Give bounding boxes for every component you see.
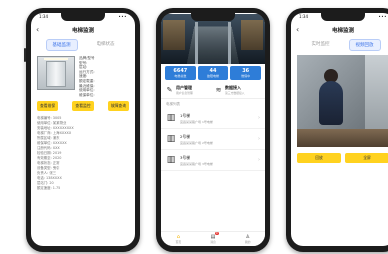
quick-actions: ✎ 用户管理 用户信息管理 ≋ 数据接入 第三方数据接入 bbox=[161, 82, 265, 99]
phone-side-button bbox=[24, 48, 26, 62]
phone-middle: 6647 电梯总数 44 故障电梯 36 维保中 ✎ 用户管理 用户信息管理 ≋ bbox=[156, 8, 270, 252]
elevator-icon: ▥ bbox=[166, 113, 176, 123]
stat-card-fault[interactable]: 44 故障电梯 bbox=[197, 66, 229, 80]
elevator-address: 宜昌某某路广场 1号电梯 bbox=[180, 119, 213, 124]
stat-label: 故障电梯 bbox=[207, 74, 220, 78]
action-subtitle: 用户信息管理 bbox=[176, 91, 193, 95]
action-subtitle: 第三方数据接入 bbox=[225, 91, 245, 95]
status-time: 1:34 bbox=[299, 14, 308, 19]
phone-screen: 6647 电梯总数 44 故障电梯 36 维保中 ✎ 用户管理 用户信息管理 ≋ bbox=[161, 13, 265, 246]
stat-label: 电梯总数 bbox=[174, 74, 187, 78]
tab-playback[interactable]: 视频回放 bbox=[348, 39, 381, 51]
tab-basic-monitor[interactable]: 基础监测 bbox=[45, 39, 78, 51]
user-management-action[interactable]: ✎ 用户管理 用户信息管理 bbox=[165, 85, 212, 95]
elevator-cabin-image bbox=[37, 56, 75, 90]
nav-bar: ‹ 电梯监测 bbox=[31, 23, 135, 37]
action-buttons: 查看维保 查看监控 故障查询 bbox=[31, 97, 135, 113]
tab-bar: 实时监控 视频回放 bbox=[291, 37, 388, 53]
elevator-address: 宜昌某某路广场 3号电梯 bbox=[180, 161, 213, 166]
data-access-action[interactable]: ≋ 数据接入 第三方数据接入 bbox=[214, 85, 261, 95]
chevron-right-icon: › bbox=[258, 136, 260, 142]
tab-elevator-status[interactable]: 电梯状态 bbox=[91, 39, 121, 51]
tab-label: 我的 bbox=[244, 240, 251, 244]
elevator-icon: ▥ bbox=[166, 134, 176, 144]
tab-messages[interactable]: ▤ 9 消息 bbox=[196, 232, 231, 246]
stat-card-total[interactable]: 6647 电梯总数 bbox=[165, 66, 196, 80]
phone-notch bbox=[321, 13, 365, 21]
page-title: 电梯监测 bbox=[331, 28, 354, 34]
elevator-name: 3号梯 bbox=[180, 154, 191, 160]
elevator-summary: 品牌/型号 型号: 层站: 运行方式: 速度: 额定载重: 最近维保: 使用单位… bbox=[31, 53, 135, 97]
view-maintenance-button[interactable]: 查看维保 bbox=[37, 101, 59, 112]
elevator-icon: ▥ bbox=[166, 155, 176, 165]
stat-label: 维保中 bbox=[241, 74, 251, 78]
tab-profile[interactable]: ♙ 我的 bbox=[230, 232, 265, 246]
spec-line: 维保单位: bbox=[79, 92, 95, 97]
video-controls: 回放 全屏 bbox=[291, 149, 388, 167]
signal-icon: ••• bbox=[118, 14, 127, 19]
fault-query-button[interactable]: 故障查询 bbox=[107, 101, 129, 112]
phone-left: 1:34 ••• ‹ 电梯监测 基础监测 电梯状态 品牌/型号 型号: 层站: … bbox=[24, 8, 140, 252]
elevator-list-item[interactable]: ▥ 2号梯 宜昌某某路广场 2号电梯 › bbox=[161, 129, 265, 150]
layers-icon: ≋ bbox=[215, 85, 222, 94]
info-list: 电梯编号: 3005 使用单位: 某某物业 安装地址: XXXXXXXXX 电梯… bbox=[31, 113, 135, 191]
elevator-address: 宜昌某某路广场 2号电梯 bbox=[180, 140, 213, 145]
tab-home[interactable]: ⌂ 首页 bbox=[161, 232, 196, 246]
tab-realtime[interactable]: 实时监控 bbox=[306, 39, 336, 51]
tab-bar: 基础监测 电梯状态 bbox=[31, 37, 135, 53]
elevator-name: 2号梯 bbox=[180, 133, 191, 139]
elevator-camera-feed[interactable] bbox=[297, 55, 388, 147]
page-title: 电梯监测 bbox=[71, 28, 94, 34]
chevron-right-icon: › bbox=[258, 157, 260, 163]
view-monitor-button[interactable]: 查看监控 bbox=[72, 101, 94, 112]
bottom-tab-bar: ⌂ 首页 ▤ 9 消息 ♙ 我的 bbox=[161, 231, 265, 246]
back-arrow-icon[interactable]: ‹ bbox=[296, 25, 299, 34]
phone-screen: 1:34 ••• ‹ 电梯监测 基础监测 电梯状态 品牌/型号 型号: 层站: … bbox=[31, 13, 135, 246]
elevator-list-item[interactable]: ▥ 1号梯 宜昌某某路广场 1号电梯 › bbox=[161, 108, 265, 129]
signal-icon: ••• bbox=[378, 14, 387, 19]
fullscreen-button[interactable]: 全屏 bbox=[345, 153, 388, 163]
edit-icon: ✎ bbox=[166, 85, 173, 94]
info-line: 额定速度: 1.75 bbox=[37, 186, 61, 191]
phone-screen: 1:34 ••• ‹ 电梯监测 实时监控 视频回放 回放 全屏 bbox=[291, 13, 388, 246]
stat-card-maintenance[interactable]: 36 维保中 bbox=[230, 66, 262, 80]
elevator-list-item[interactable]: ▥ 3号梯 宜昌某某路广场 3号电梯 › bbox=[161, 150, 265, 171]
unread-badge: 9 bbox=[215, 232, 219, 235]
stats-row: 6647 电梯总数 44 故障电梯 36 维保中 bbox=[161, 64, 265, 82]
elevator-name: 1号梯 bbox=[180, 112, 191, 118]
section-title: 电梯列表 bbox=[166, 102, 180, 106]
playback-button[interactable]: 回放 bbox=[297, 153, 341, 163]
status-time: 1:34 bbox=[39, 14, 48, 19]
nav-bar: ‹ 电梯监测 bbox=[291, 23, 388, 37]
tab-label: 消息 bbox=[210, 240, 216, 244]
chevron-right-icon: › bbox=[258, 115, 260, 121]
phone-notch bbox=[191, 13, 235, 21]
tab-label: 首页 bbox=[175, 240, 182, 244]
phone-notch bbox=[61, 13, 105, 21]
phone-right: 1:34 ••• ‹ 电梯监测 实时监控 视频回放 回放 全屏 bbox=[286, 8, 388, 252]
spec-list: 品牌/型号 型号: 层站: 运行方式: 速度: 额定载重: 最近维保: 使用单位… bbox=[79, 56, 129, 97]
back-arrow-icon[interactable]: ‹ bbox=[36, 25, 39, 34]
